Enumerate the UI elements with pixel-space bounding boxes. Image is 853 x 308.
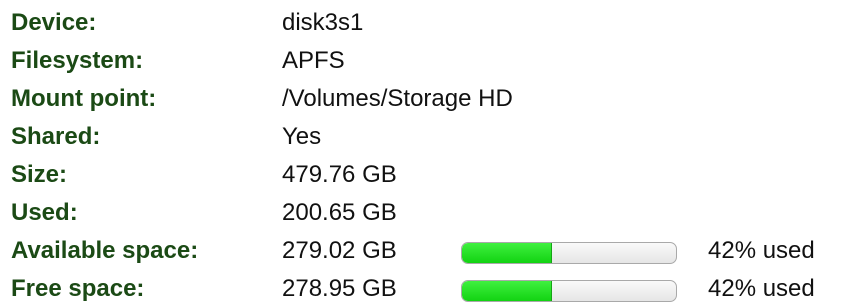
shared-label: Shared: (11, 123, 101, 150)
used-value: 200.65 GB (282, 199, 397, 226)
info-row-used: Used: 200.65 GB (0, 194, 853, 232)
available-space-usage-percent: 42% used (708, 237, 815, 264)
free-space-usage-fill (462, 281, 552, 301)
info-row-mount-point: Mount point: /Volumes/Storage HD (0, 80, 853, 118)
filesystem-label: Filesystem: (11, 47, 144, 74)
used-label: Used: (11, 199, 78, 226)
info-row-free-space: Free space: 278.95 GB 42% used (0, 270, 853, 308)
info-row-shared: Shared: Yes (0, 118, 853, 156)
info-row-filesystem: Filesystem: APFS (0, 42, 853, 80)
free-space-usage-bar (461, 280, 677, 302)
size-value: 479.76 GB (282, 161, 397, 188)
size-label: Size: (11, 161, 68, 188)
available-space-usage-bar (461, 242, 677, 264)
available-space-value: 279.02 GB (282, 237, 397, 264)
device-label: Device: (11, 9, 97, 36)
info-row-available-space: Available space: 279.02 GB 42% used (0, 232, 853, 270)
mount-point-label: Mount point: (11, 85, 157, 112)
available-space-label: Available space: (11, 237, 199, 264)
info-row-size: Size: 479.76 GB (0, 156, 853, 194)
free-space-label: Free space: (11, 275, 145, 302)
free-space-value: 278.95 GB (282, 275, 397, 302)
mount-point-value: /Volumes/Storage HD (282, 85, 513, 112)
info-row-device: Device: disk3s1 (0, 4, 853, 42)
device-value: disk3s1 (282, 9, 364, 36)
filesystem-value: APFS (282, 47, 345, 74)
shared-value: Yes (282, 123, 322, 150)
free-space-usage-percent: 42% used (708, 275, 815, 302)
available-space-usage-fill (462, 243, 552, 263)
volume-info-list: Device: disk3s1 Filesystem: APFS Mount p… (0, 0, 853, 305)
